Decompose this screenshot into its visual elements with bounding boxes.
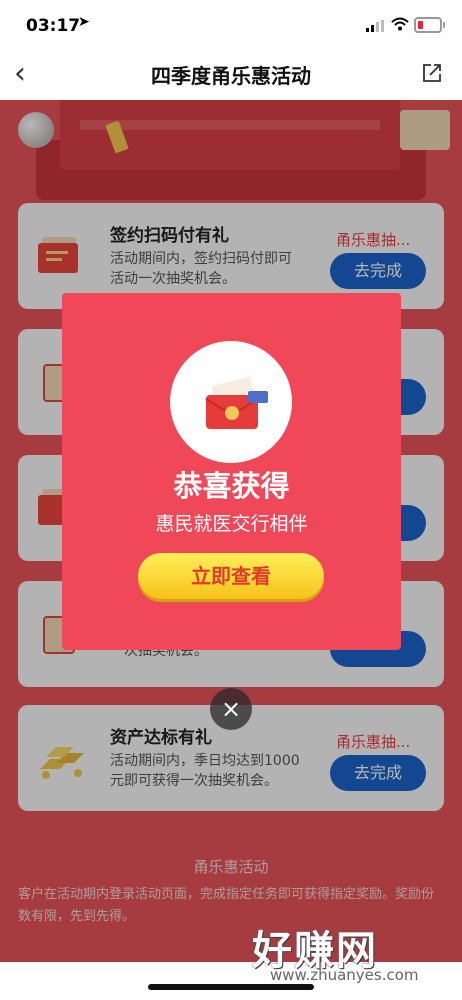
view-now-button[interactable]: 立即查看 bbox=[138, 553, 324, 599]
location-arrow-icon: ➤ bbox=[78, 14, 90, 30]
prize-modal: 恭喜获得 惠民就医交行相伴 立即查看 bbox=[62, 293, 401, 650]
red-envelope-icon bbox=[205, 376, 268, 429]
page-title: 四季度甬乐惠活动 bbox=[151, 64, 311, 88]
status-time: 03:17 bbox=[26, 16, 81, 36]
prize-image-frame bbox=[170, 341, 292, 463]
watermark-url: www.zhuanyes.com bbox=[270, 966, 419, 984]
nav-bar: ‹ 四季度甬乐惠活动 bbox=[0, 48, 462, 100]
cellular-signal-icon bbox=[366, 20, 384, 32]
close-icon: × bbox=[220, 695, 242, 723]
status-bar: 03:17 ➤ bbox=[0, 0, 462, 48]
battery-icon bbox=[414, 17, 445, 33]
modal-subtitle: 惠民就医交行相伴 bbox=[155, 513, 308, 535]
share-icon[interactable] bbox=[423, 64, 441, 82]
close-modal-button[interactable]: × bbox=[210, 688, 252, 730]
modal-title: 恭喜获得 bbox=[173, 469, 290, 503]
home-indicator[interactable] bbox=[148, 984, 314, 990]
wifi-icon bbox=[391, 17, 409, 31]
